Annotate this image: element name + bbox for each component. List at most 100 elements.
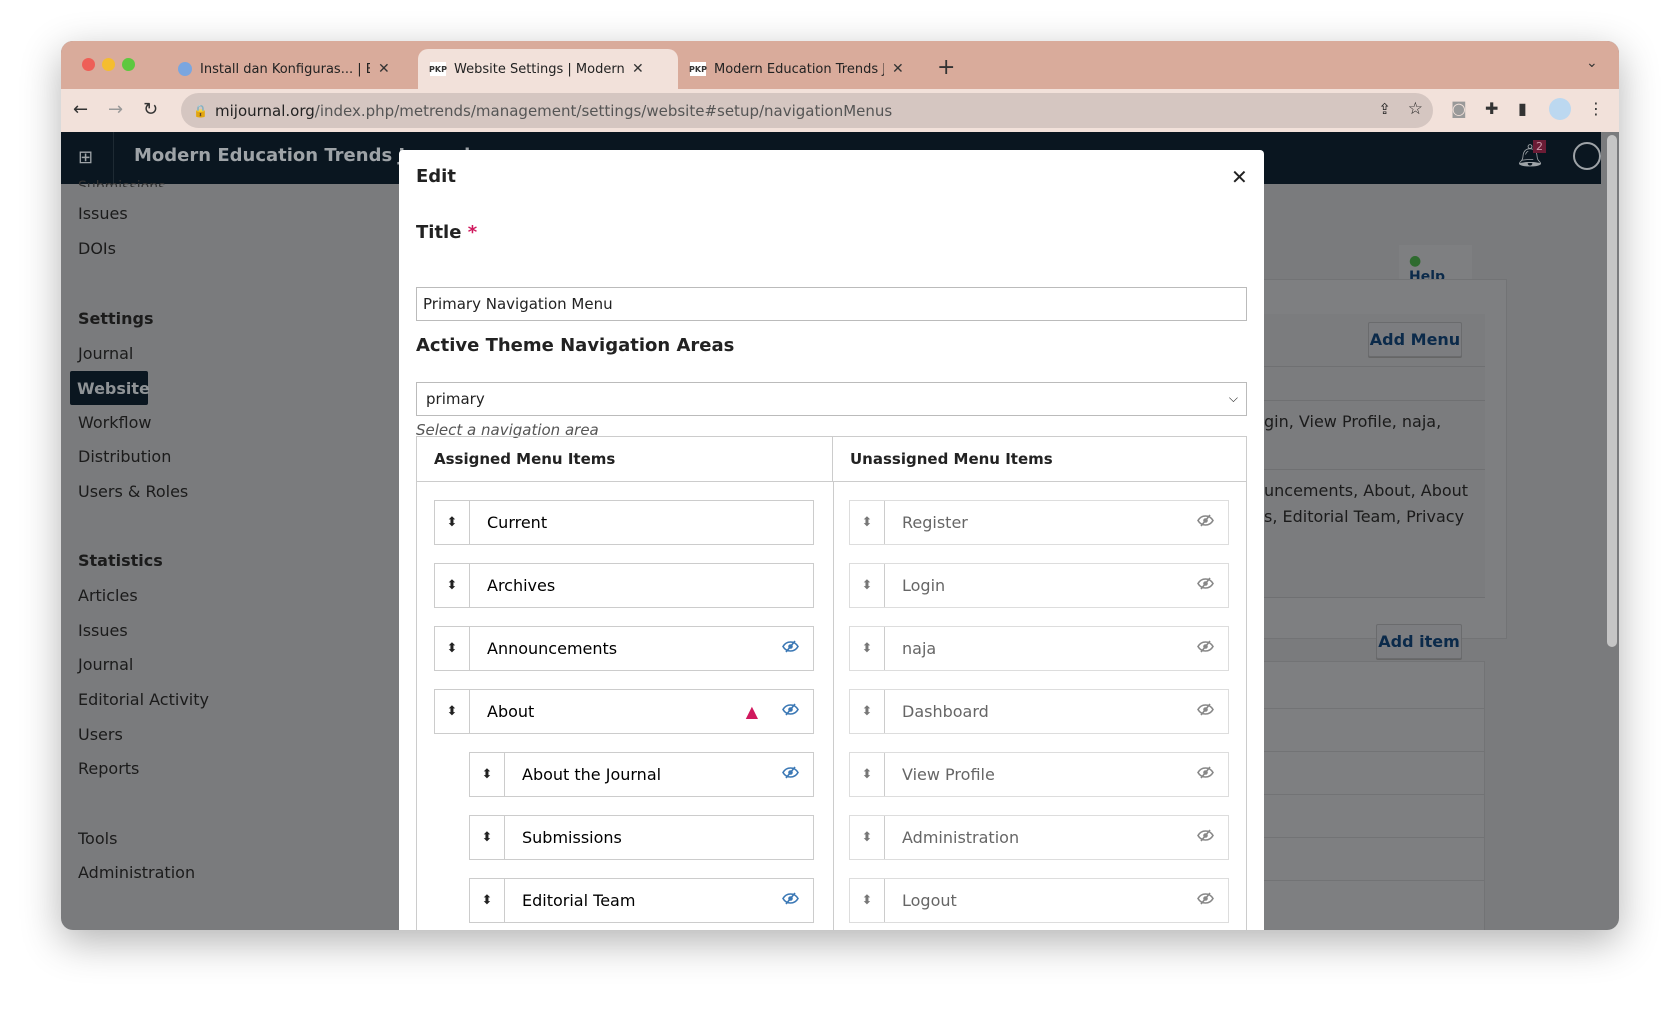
- profile-avatar[interactable]: [1549, 98, 1571, 120]
- notification-badge: 2: [1533, 140, 1546, 153]
- unassigned-menu-item[interactable]: ⬍ naja: [849, 626, 1229, 671]
- required-asterisk: *: [467, 222, 478, 243]
- sidebar-item-distribution[interactable]: Distribution: [78, 447, 171, 466]
- drag-handle-icon[interactable]: ⬍: [850, 690, 885, 733]
- assigned-menu-item[interactable]: ⬍ About ▲: [434, 689, 814, 734]
- menu-item-label: Current: [487, 513, 548, 532]
- assigned-menu-item[interactable]: ⬍ Editorial Team: [469, 878, 814, 923]
- menu-item-label: Archives: [487, 576, 556, 595]
- unassigned-menu-item[interactable]: ⬍ View Profile: [849, 752, 1229, 797]
- menu-items-text: uncements, About, About: [1264, 481, 1469, 500]
- drag-handle-icon[interactable]: ⬍: [850, 564, 885, 607]
- pkp-icon: PKP: [689, 62, 707, 76]
- drag-handle-icon[interactable]: ⬍: [470, 879, 505, 922]
- sidebar-item-submissions[interactable]: Submissions: [78, 179, 165, 187]
- add-item-button[interactable]: Add item: [1376, 624, 1462, 659]
- eye-slash-icon: [1197, 829, 1214, 846]
- close-tab-icon[interactable]: ✕: [632, 61, 644, 77]
- sidebar-item-journal[interactable]: Journal: [78, 344, 133, 363]
- close-modal-button[interactable]: ✕: [1231, 165, 1248, 189]
- maximize-window-button[interactable]: [122, 58, 135, 71]
- menu-item-label: View Profile: [902, 765, 995, 784]
- menu-items-panel: [1251, 661, 1485, 930]
- forward-icon[interactable]: →: [108, 99, 123, 120]
- drag-handle-icon[interactable]: ⬍: [850, 501, 885, 544]
- eye-slash-icon: [1197, 577, 1214, 594]
- sitemap-icon[interactable]: ⊞: [78, 147, 93, 168]
- assigned-menu-item[interactable]: ⬍ About the Journal: [469, 752, 814, 797]
- side-panel-icon[interactable]: ▮: [1518, 99, 1527, 118]
- sidebar-item-administration[interactable]: Administration: [78, 863, 195, 882]
- camera-icon[interactable]: ◙: [1451, 99, 1467, 118]
- drag-handle-icon[interactable]: ⬍: [850, 753, 885, 796]
- drag-handle-icon[interactable]: ⬍: [435, 690, 470, 733]
- minimize-window-button[interactable]: [102, 58, 115, 71]
- navigation-area-select[interactable]: primary ⌵: [416, 382, 1247, 416]
- unassigned-menu-item[interactable]: ⬍ Dashboard: [849, 689, 1229, 734]
- back-icon[interactable]: ←: [73, 99, 88, 120]
- menu-item-label: About: [487, 702, 535, 721]
- drag-handle-icon[interactable]: ⬍: [850, 879, 885, 922]
- sidebar-item-dois[interactable]: DOIs: [78, 239, 116, 258]
- page-scrollbar[interactable]: [1607, 135, 1617, 647]
- sidebar-item-website[interactable]: Website: [70, 371, 150, 405]
- pkp-icon: PKP: [429, 62, 447, 76]
- sidebar-item-users[interactable]: Users: [78, 725, 123, 744]
- tab-list-chevron-icon[interactable]: ⌄: [1586, 55, 1598, 71]
- close-tab-icon[interactable]: ✕: [378, 61, 390, 77]
- url-field[interactable]: 🔒 mijournal.org/index.php/metrends/manag…: [181, 93, 1433, 128]
- help-tab[interactable]: ● Help: [1399, 245, 1472, 285]
- assigned-menu-item[interactable]: ⬍ Current: [434, 500, 814, 545]
- drag-handle-icon[interactable]: ⬍: [435, 627, 470, 670]
- drag-handle-icon[interactable]: ⬍: [470, 816, 505, 859]
- assigned-menu-item[interactable]: ⬍ Archives: [434, 563, 814, 608]
- lock-icon: 🔒: [193, 103, 208, 118]
- extensions-puzzle-icon[interactable]: ✚: [1485, 99, 1498, 118]
- browser-window: Install dan Konfiguras... | Book ✕ PKP W…: [61, 41, 1619, 930]
- tab-journal[interactable]: PKP Modern Education Trends Journ ✕: [678, 49, 916, 89]
- assigned-menu-item[interactable]: ⬍ Announcements: [434, 626, 814, 671]
- drag-handle-icon[interactable]: ⬍: [435, 501, 470, 544]
- sidebar-item-reports[interactable]: Reports: [78, 759, 139, 778]
- tab-title: Modern Education Trends Journ: [714, 61, 884, 77]
- title-input[interactable]: Primary Navigation Menu: [416, 287, 1247, 321]
- tab-website-settings[interactable]: PKP Website Settings | Modern Edu ✕: [418, 49, 678, 89]
- tab-title: Install dan Konfiguras... | Book: [200, 61, 370, 77]
- eye-slash-icon: [782, 766, 799, 783]
- title-label: Title *: [416, 222, 478, 243]
- bookmark-star-icon[interactable]: ☆: [1408, 99, 1423, 119]
- new-tab-button[interactable]: +: [937, 55, 955, 80]
- assigned-menu-item[interactable]: ⬍ Submissions: [469, 815, 814, 860]
- sidebar-heading-settings: Settings: [78, 309, 154, 328]
- menu-item-label: Register: [902, 513, 968, 532]
- reload-icon[interactable]: ↻: [143, 99, 158, 120]
- sidebar-item-users-roles[interactable]: Users & Roles: [78, 482, 188, 501]
- sidebar-item-tools[interactable]: Tools: [78, 829, 117, 848]
- unassigned-menu-item[interactable]: ⬍ Register: [849, 500, 1229, 545]
- user-avatar-icon[interactable]: [1573, 142, 1601, 170]
- sidebar-item-stat-journal[interactable]: Journal: [78, 655, 133, 674]
- sidebar-item-articles[interactable]: Articles: [78, 586, 138, 605]
- drag-handle-icon[interactable]: ⬍: [850, 627, 885, 670]
- drag-handle-icon[interactable]: ⬍: [850, 816, 885, 859]
- unassigned-menu-item[interactable]: ⬍ Administration: [849, 815, 1229, 860]
- menu-kebab-icon[interactable]: ⋮: [1588, 99, 1604, 118]
- eye-slash-icon: [782, 703, 799, 720]
- url-domain: mijournal.org: [215, 101, 315, 120]
- add-menu-button[interactable]: Add Menu: [1368, 322, 1462, 357]
- drag-handle-icon[interactable]: ⬍: [470, 753, 505, 796]
- unassigned-header: Unassigned Menu Items: [833, 437, 1247, 482]
- url-path: /index.php/metrends/management/settings/…: [314, 101, 893, 120]
- modal-heading: Edit: [416, 166, 456, 187]
- tab-install[interactable]: Install dan Konfiguras... | Book ✕: [166, 49, 402, 89]
- sidebar-item-editorial-activity[interactable]: Editorial Activity: [78, 690, 209, 709]
- drag-handle-icon[interactable]: ⬍: [435, 564, 470, 607]
- close-window-button[interactable]: [82, 58, 95, 71]
- close-tab-icon[interactable]: ✕: [892, 61, 904, 77]
- unassigned-menu-item[interactable]: ⬍ Logout: [849, 878, 1229, 923]
- sidebar-item-workflow[interactable]: Workflow: [78, 413, 151, 432]
- share-icon[interactable]: ⇪: [1378, 100, 1391, 118]
- sidebar-item-issues[interactable]: Issues: [78, 204, 128, 223]
- unassigned-menu-item[interactable]: ⬍ Login: [849, 563, 1229, 608]
- sidebar-item-stat-issues[interactable]: Issues: [78, 621, 128, 640]
